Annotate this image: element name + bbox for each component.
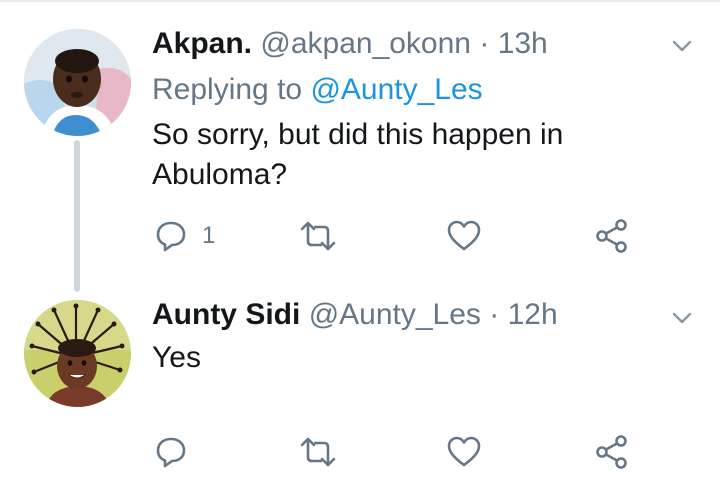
tweet-text: Yes: [152, 338, 672, 378]
girl-braids-photo-avatar-icon: [24, 300, 131, 407]
tweet-text-line: Yes: [152, 341, 201, 374]
share-icon: [596, 435, 627, 469]
share-button[interactable]: [594, 432, 630, 472]
tweet-text: So sorry, but did this happen in Abuloma…: [152, 115, 672, 195]
separator-dot: ·: [489, 298, 500, 331]
retweet-icon: [300, 437, 336, 467]
separator-dot: ·: [479, 27, 490, 60]
share-icon: [596, 219, 627, 253]
avatar[interactable]: [24, 300, 131, 407]
like-icon: [447, 436, 481, 467]
like-button[interactable]: [446, 216, 482, 256]
user-handle[interactable]: @akpan_okonn: [260, 27, 471, 60]
tweet[interactable]: Aunty Sidi @Aunty_Les · 12h Yes: [0, 286, 720, 487]
tweet-header: Aunty Sidi @Aunty_Les · 12h: [152, 298, 558, 332]
display-name[interactable]: Akpan.: [152, 27, 252, 60]
retweet-button[interactable]: [299, 216, 337, 256]
display-name[interactable]: Aunty Sidi: [152, 298, 300, 331]
chevron-down-icon[interactable]: [670, 306, 694, 330]
timestamp[interactable]: 13h: [498, 27, 548, 60]
reply-button[interactable]: [154, 432, 202, 472]
replying-to: Replying to @Aunty_Les: [152, 73, 483, 107]
tweet-actions: [0, 432, 720, 472]
chevron-down-icon[interactable]: [670, 34, 694, 58]
baby-photo-avatar-icon: [24, 29, 131, 136]
tweet-text-line: So sorry, but did this happen in: [152, 118, 564, 151]
share-button[interactable]: [594, 216, 630, 256]
replying-label: Replying to: [152, 73, 311, 106]
retweet-icon: [300, 221, 336, 251]
tweet[interactable]: Akpan. @akpan_okonn · 13h Replying to @A…: [0, 0, 720, 292]
like-icon: [447, 220, 481, 251]
like-button[interactable]: [446, 432, 482, 472]
timestamp[interactable]: 12h: [508, 298, 558, 331]
reply-button[interactable]: 1: [154, 216, 215, 256]
reply-icon: [156, 437, 186, 468]
reply-count: 1: [202, 222, 216, 249]
tweet-actions: 1: [0, 216, 720, 256]
user-handle[interactable]: @Aunty_Les: [309, 298, 481, 331]
replying-to-mention[interactable]: @Aunty_Les: [310, 73, 482, 106]
tweet-text-line: Abuloma?: [152, 158, 288, 191]
reply-icon: [156, 221, 186, 252]
avatar[interactable]: [24, 29, 131, 136]
tweet-header: Akpan. @akpan_okonn · 13h: [152, 27, 548, 61]
retweet-button[interactable]: [299, 432, 337, 472]
